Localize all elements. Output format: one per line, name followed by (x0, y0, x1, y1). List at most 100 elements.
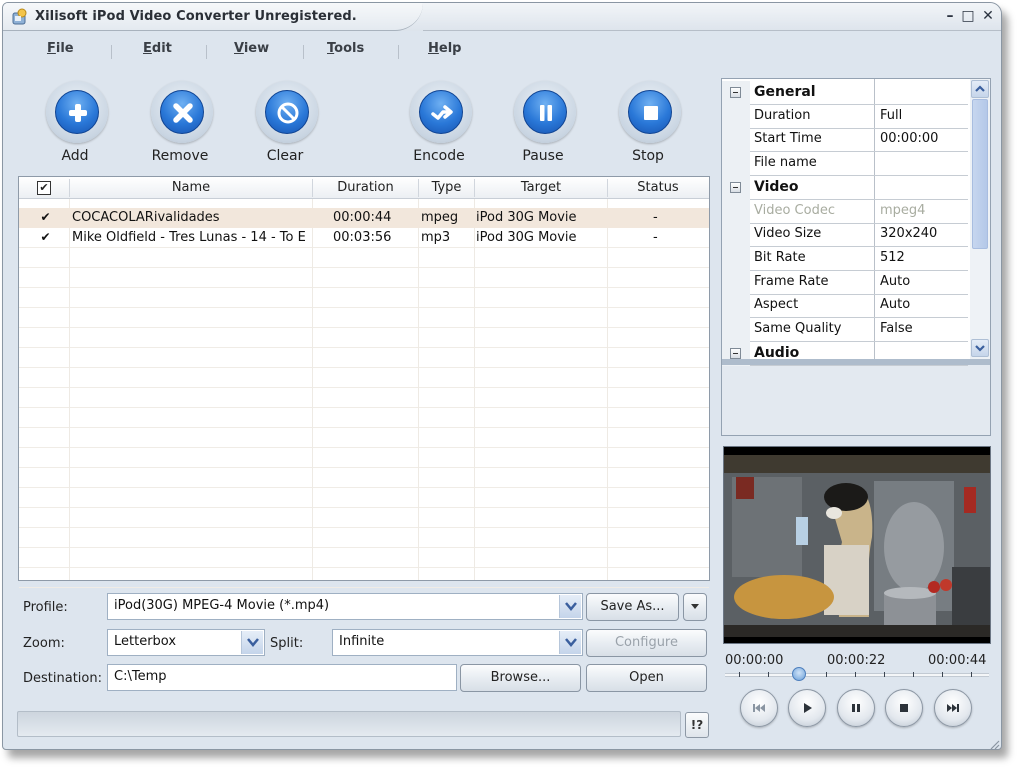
property-name: Bit Rate (754, 249, 806, 265)
file-name: COCACOLARivalidades (72, 210, 220, 225)
property-row[interactable]: Aspect Auto (722, 294, 970, 319)
property-gutter (722, 128, 750, 153)
browse-button[interactable]: Browse... (460, 664, 581, 692)
scroll-thumb[interactable] (972, 99, 988, 249)
open-button[interactable]: Open (586, 664, 707, 692)
add-button[interactable]: Add (35, 81, 115, 171)
property-row[interactable]: Start Time 00:00:00 (722, 128, 970, 153)
property-row[interactable]: Video Size 320x240 (722, 223, 970, 248)
grid-column-line (474, 199, 475, 580)
row-checkbox[interactable]: ✔ (39, 231, 52, 244)
close-button[interactable]: ✕ (979, 7, 997, 25)
seek-tick (855, 672, 856, 677)
property-value[interactable]: Full (880, 108, 902, 123)
zoom-dropdown-button[interactable] (241, 631, 263, 654)
property-row[interactable]: Frame Rate Auto (722, 270, 970, 295)
file-row[interactable]: ✔ COCACOLARivalidades 00:00:44 mpeg iPod… (19, 208, 709, 228)
column-status[interactable]: Status (608, 180, 708, 195)
column-type[interactable]: Type (419, 180, 474, 195)
property-row[interactable]: Video Codec mpeg4 (722, 199, 970, 224)
save-as-menu-button[interactable] (683, 593, 707, 621)
destination-input[interactable]: C:\Temp (107, 664, 457, 691)
menu-help[interactable]: Help (428, 41, 461, 56)
save-as-button[interactable]: Save As... (586, 593, 679, 621)
stop-button[interactable]: Stop (608, 81, 688, 171)
file-duration: 00:03:56 (333, 230, 392, 245)
add-label: Add (61, 148, 89, 164)
resize-grip-icon[interactable] (988, 738, 1000, 750)
properties-scrollbar[interactable] (970, 79, 990, 359)
menu-tools[interactable]: Tools (327, 41, 364, 56)
minimize-button[interactable]: – (941, 7, 959, 25)
x-icon (173, 103, 193, 123)
property-row[interactable]: Duration Full (722, 104, 970, 129)
properties-grid[interactable]: General Duration Full Start Time 00:00:00 Fil… (722, 79, 970, 366)
select-all-checkbox[interactable]: ✔ (37, 181, 51, 195)
play-button[interactable] (788, 689, 826, 727)
menu-file[interactable]: File (47, 41, 74, 56)
file-status: - (653, 230, 658, 245)
zoom-select[interactable]: Letterbox (107, 629, 265, 656)
scroll-down-button[interactable] (971, 339, 989, 357)
seek-tick (884, 672, 885, 677)
split-dropdown-button[interactable] (559, 631, 581, 654)
profile-select[interactable]: iPod(30G) MPEG-4 Movie (*.mp4) (107, 593, 583, 620)
grid-row-line (19, 327, 709, 328)
pause-button[interactable]: Pause (503, 81, 583, 171)
pause-icon (540, 105, 552, 121)
remove-button[interactable]: Remove (140, 81, 220, 171)
property-row[interactable]: Bit Rate 512 (722, 246, 970, 271)
remove-label: Remove (151, 148, 209, 164)
title-divider (423, 30, 1001, 31)
property-row[interactable]: Same Quality False (722, 318, 970, 342)
previous-icon (753, 704, 765, 712)
file-row[interactable]: ✔ Mike Oldfield - Tres Lunas - 14 - To E… (19, 228, 709, 248)
help-button[interactable]: !? (685, 712, 709, 738)
next-button[interactable] (934, 689, 972, 727)
collapse-icon[interactable] (730, 87, 741, 98)
column-name[interactable]: Name (70, 180, 312, 195)
property-value[interactable]: Auto (880, 274, 910, 289)
menu-edit[interactable]: Edit (143, 41, 172, 56)
stop-playback-button[interactable] (885, 689, 923, 727)
clear-button[interactable]: Clear (245, 81, 325, 171)
caret-down-icon (691, 604, 699, 609)
property-category[interactable]: Video (722, 175, 970, 200)
chevron-down-icon (565, 638, 577, 647)
row-checkbox[interactable]: ✔ (39, 211, 52, 224)
grid-row-line (19, 507, 709, 508)
pause-playback-button[interactable] (837, 689, 875, 727)
previous-button[interactable] (740, 689, 778, 727)
property-value[interactable]: 320x240 (880, 226, 937, 241)
minimize-icon: – (946, 8, 954, 24)
property-value[interactable]: 00:00:00 (880, 131, 938, 146)
stop-icon (644, 106, 658, 120)
next-icon (947, 704, 959, 712)
properties-splitter[interactable] (722, 359, 990, 365)
menu-help-accel: H (428, 41, 439, 56)
seek-track[interactable] (725, 673, 989, 677)
collapse-icon[interactable] (730, 347, 741, 359)
property-value[interactable]: Auto (880, 297, 910, 312)
collapse-icon[interactable] (730, 181, 741, 193)
remove-orb (151, 81, 213, 143)
title-bar[interactable]: Xilisoft iPod Video Converter Unregister… (3, 3, 1001, 31)
property-value[interactable]: False (880, 321, 913, 336)
scroll-up-button[interactable] (971, 80, 989, 98)
menu-view[interactable]: View (234, 41, 269, 56)
property-value[interactable]: 512 (880, 250, 905, 265)
column-target[interactable]: Target (475, 180, 607, 195)
file-list[interactable]: ✔ Name Duration Type Target Status ✔ COC… (18, 176, 710, 588)
seek-tick (739, 672, 740, 677)
profile-dropdown-button[interactable] (559, 595, 581, 618)
property-category[interactable]: General (722, 81, 970, 105)
maximize-button[interactable]: □ (959, 7, 977, 25)
grid-row-line (19, 387, 709, 388)
property-row[interactable]: File name (722, 152, 970, 177)
split-select[interactable]: Infinite (332, 629, 583, 656)
configure-button[interactable]: Configure (586, 629, 707, 657)
column-duration[interactable]: Duration (313, 180, 418, 195)
encode-button[interactable]: Encode (399, 81, 479, 171)
seek-thumb[interactable] (791, 667, 806, 681)
property-name: File name (754, 155, 817, 171)
